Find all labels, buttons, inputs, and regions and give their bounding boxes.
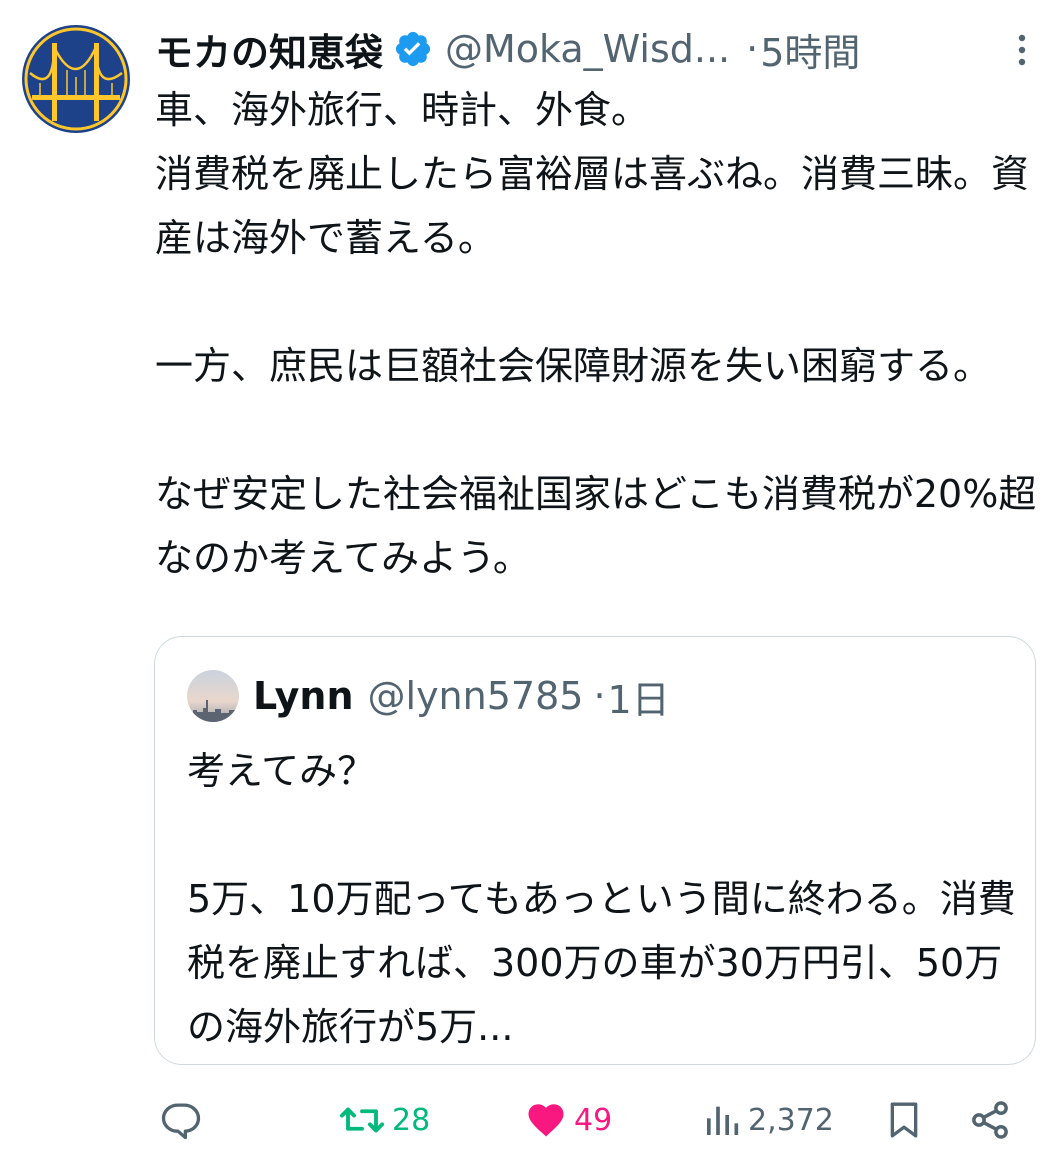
heart-filled-icon bbox=[528, 1104, 564, 1137]
quoted-author-handle[interactable]: @lynn5785 bbox=[368, 674, 584, 718]
like-button[interactable]: 49 bbox=[524, 1090, 612, 1150]
retweet-icon bbox=[339, 1107, 385, 1133]
bookmark-icon bbox=[890, 1102, 918, 1138]
reply-button[interactable] bbox=[160, 1090, 202, 1150]
author-name[interactable]: モカの知恵袋 bbox=[155, 22, 383, 77]
tweet-time[interactable]: 5時間 bbox=[760, 22, 860, 77]
views-button[interactable]: 2,372 bbox=[702, 1090, 834, 1150]
author-avatar[interactable] bbox=[22, 25, 130, 133]
analytics-icon bbox=[707, 1106, 739, 1135]
reply-icon bbox=[161, 1103, 201, 1140]
action-bar: 28 49 2,372 bbox=[0, 1090, 1057, 1150]
share-button[interactable] bbox=[968, 1090, 1012, 1150]
tweet-header: モカの知恵袋 @Moka_Wisd... · 5時間 bbox=[155, 18, 1037, 80]
quoted-tweet-header: Lynn @lynn5785 · 1日 bbox=[187, 669, 670, 723]
quoted-tweet-card[interactable]: Lynn @lynn5785 · 1日 考えてみ？ 5万、10万配ってもあっとい… bbox=[154, 636, 1036, 1065]
view-count: 2,372 bbox=[748, 1102, 834, 1138]
verified-badge-icon bbox=[395, 31, 431, 67]
quoted-separator-dot: · bbox=[593, 674, 606, 718]
separator-dot: · bbox=[746, 27, 759, 71]
retweet-button[interactable]: 28 bbox=[338, 1090, 430, 1150]
tweet-text: 車、海外旅行、時計、外食。 消費税を廃止したら富裕層は喜ぶね。消費三昧。資産は海… bbox=[155, 88, 1037, 580]
more-options-icon[interactable] bbox=[1007, 30, 1037, 70]
retweet-count: 28 bbox=[392, 1102, 431, 1138]
bridge-logo-icon bbox=[24, 27, 128, 131]
bookmark-button[interactable] bbox=[884, 1090, 924, 1150]
city-skyline-avatar-icon bbox=[187, 670, 239, 722]
quoted-author-name[interactable]: Lynn bbox=[253, 674, 354, 718]
share-icon bbox=[972, 1101, 1008, 1139]
author-handle[interactable]: @Moka_Wisd... bbox=[445, 27, 730, 71]
quoted-tweet-text: 考えてみ？ 5万、10万配ってもあっという間に終わる。消費税を廃止すれば、300… bbox=[187, 749, 1016, 1049]
like-count: 49 bbox=[574, 1102, 613, 1138]
quoted-author-avatar[interactable] bbox=[187, 670, 239, 722]
quoted-tweet-time[interactable]: 1日 bbox=[608, 669, 670, 724]
